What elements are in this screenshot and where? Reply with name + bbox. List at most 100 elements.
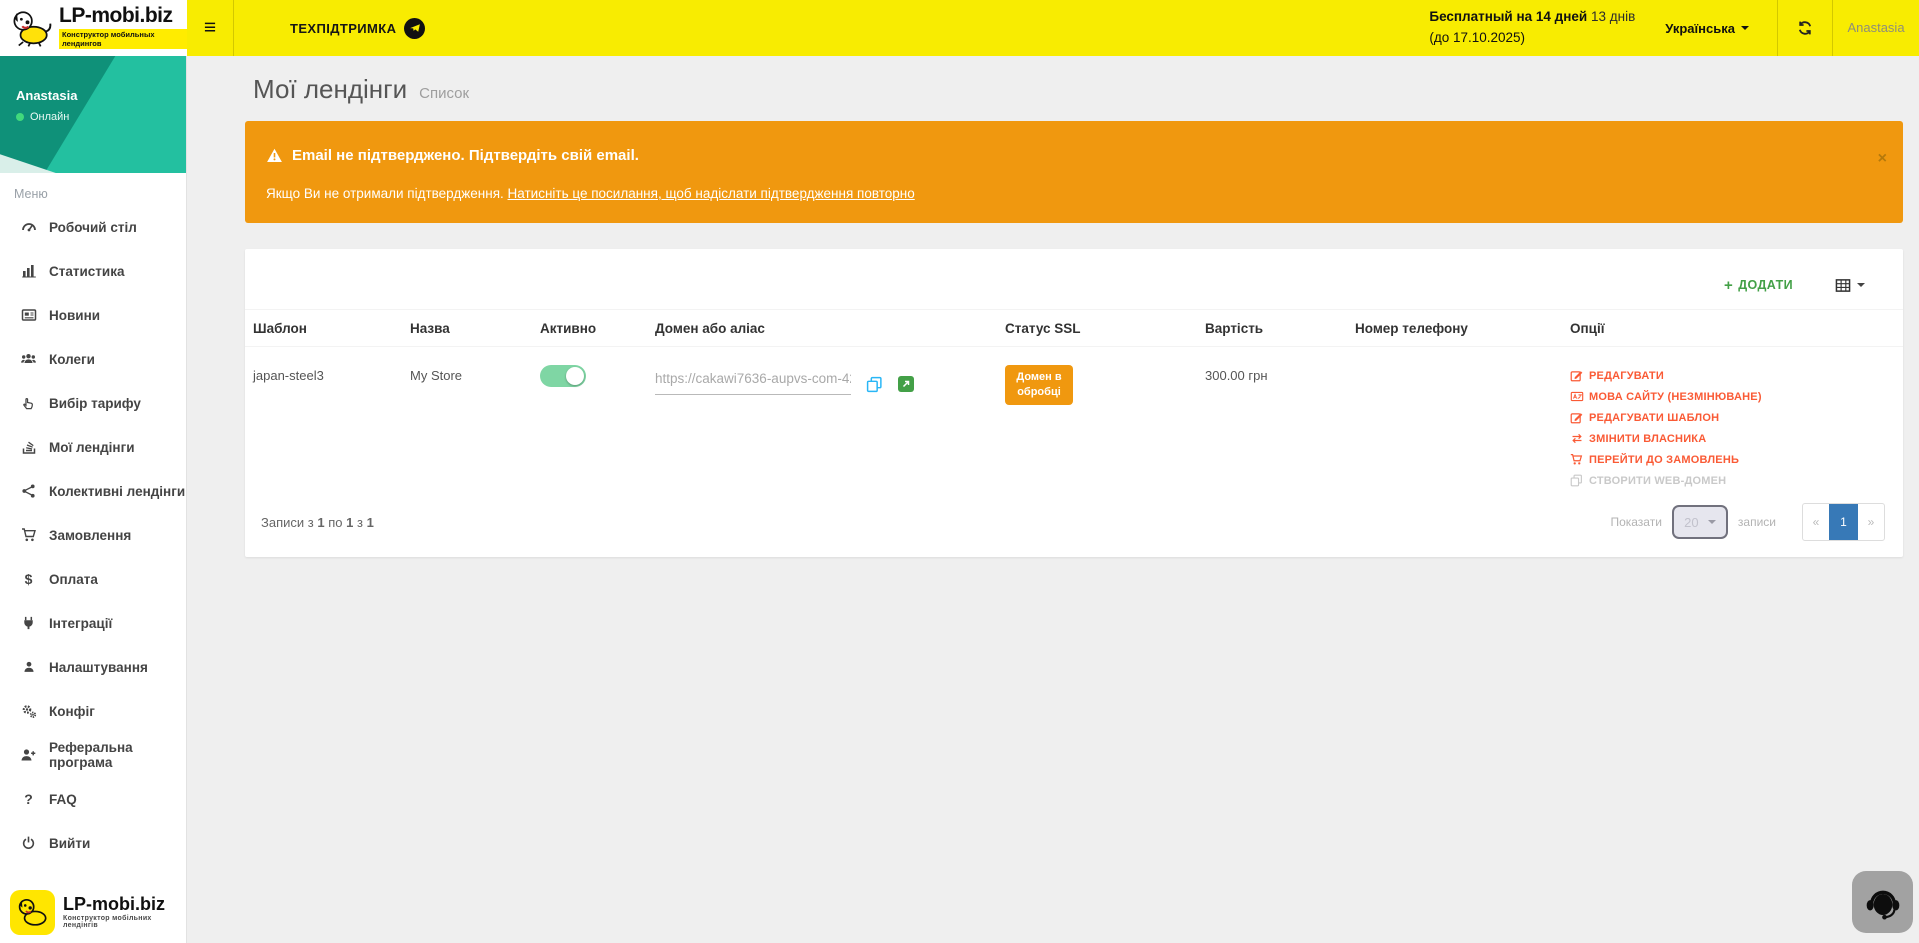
language-selector[interactable]: Українська	[1665, 21, 1749, 36]
sidebar-item-label: Конфіг	[49, 704, 95, 719]
page-title: Мої лендінги	[253, 74, 407, 105]
sidebar-item-dashboard[interactable]: Робочий стіл	[0, 205, 186, 249]
sidebar-item-label: Вийти	[49, 836, 90, 851]
add-landing-button[interactable]: + ДОДАТИ	[1724, 278, 1793, 293]
refresh-button[interactable]	[1778, 0, 1832, 56]
dashboard-icon	[20, 219, 37, 235]
page-size-select[interactable]: 20	[1672, 505, 1728, 539]
sidebar-item-label: Робочий стіл	[49, 220, 137, 235]
dog-logo-icon	[10, 8, 52, 48]
support-chat-button[interactable]	[1852, 871, 1913, 933]
option-label: МОВА САЙТУ (НЕЗМІНЮВАНЕ)	[1589, 391, 1762, 403]
support-link[interactable]: ТЕХПІДТРИМКА	[290, 18, 425, 39]
sidebar-item-settings[interactable]: Налаштування	[0, 645, 186, 689]
sidebar-user-name: Anastasia	[16, 88, 77, 103]
support-label: ТЕХПІДТРИМКА	[290, 21, 396, 36]
copy-icon[interactable]	[866, 376, 883, 393]
sidebar-item-shared-landings[interactable]: Колективні лендінги	[0, 469, 186, 513]
sidebar-item-referral[interactable]: Реферальна програма	[0, 733, 186, 777]
sidebar-item-news[interactable]: Новини	[0, 293, 186, 337]
app-logo: LP-mobi.biz Конструктор мобильных лендин…	[0, 0, 187, 56]
name-cell: My Store	[410, 361, 540, 383]
column-settings-button[interactable]	[1835, 278, 1865, 293]
config-gears-icon	[20, 703, 37, 719]
logo-tagline: Конструктор мобильных лендингов	[59, 29, 187, 49]
clone-icon	[1570, 474, 1584, 487]
option-label: ЗМІНИТИ ВЛАСНИКА	[1589, 433, 1706, 445]
sidebar-item-faq[interactable]: ? FAQ	[0, 777, 186, 821]
pagination-prev-button[interactable]: «	[1803, 504, 1829, 540]
column-header: Вартість	[1205, 321, 1355, 336]
column-header: Домен або аліас	[655, 321, 1005, 336]
close-icon[interactable]: ×	[1878, 151, 1887, 167]
sidebar-item-label: Оплата	[49, 572, 98, 587]
active-cell	[540, 361, 655, 387]
pagination-next-button[interactable]: »	[1858, 504, 1884, 540]
records-label: записи	[1738, 515, 1776, 529]
edit-icon	[1570, 411, 1584, 424]
sidebar-item-payment[interactable]: $ Оплата	[0, 557, 186, 601]
shared-landings-icon	[20, 483, 37, 499]
sidebar-item-config[interactable]: Конфіг	[0, 689, 186, 733]
option-label: СТВОРИТИ WEB-ДОМЕН	[1589, 475, 1726, 487]
column-header: Шаблон	[253, 321, 410, 336]
sidebar-item-logout[interactable]: Вийти	[0, 821, 186, 865]
footer-logo-title: LP-mobi.biz	[63, 895, 186, 915]
active-toggle[interactable]	[540, 365, 586, 387]
tariff-icon	[20, 395, 37, 411]
chevron-down-icon	[1708, 520, 1716, 524]
template-cell: japan-steel3	[253, 361, 410, 383]
alert-text: Якщо Ви не отримали підтвердження.	[266, 186, 508, 201]
sidebar-item-my-landings[interactable]: Мої лендінги	[0, 425, 186, 469]
domain-cell	[655, 361, 1005, 395]
option-label: РЕДАГУВАТИ	[1589, 370, 1664, 382]
orders-cart-icon	[20, 527, 37, 543]
sidebar-item-label: FAQ	[49, 792, 77, 807]
card-toolbar: + ДОДАТИ	[245, 249, 1903, 295]
domain-input[interactable]	[655, 367, 851, 395]
option-edit[interactable]: РЕДАГУВАТИ	[1570, 369, 1903, 382]
option-change-owner[interactable]: ЗМІНИТИ ВЛАСНИКА	[1570, 432, 1903, 445]
sidebar-item-statistics[interactable]: Статистика	[0, 249, 186, 293]
headset-icon	[1863, 882, 1903, 922]
sidebar-item-orders[interactable]: Замовлення	[0, 513, 186, 557]
alert-heading: Email не підтверджено. Підтвердіть свій …	[292, 147, 639, 164]
option-label: РЕДАГУВАТИ ШАБЛОН	[1589, 412, 1719, 424]
alert-heading-row: Email не підтверджено. Підтвердіть свій …	[245, 121, 1903, 164]
column-header: Активно	[540, 321, 655, 336]
header-bar: ≡ ТЕХПІДТРИМКА Бесплатный на 14 дней 13 …	[187, 0, 1919, 56]
warning-icon	[266, 148, 283, 163]
integrations-plug-icon	[20, 615, 37, 631]
sidebar-item-label: Інтеграції	[49, 616, 112, 631]
pagination: « 1 »	[1802, 503, 1885, 541]
sidebar-item-label: Реферальна програма	[49, 740, 186, 770]
logo-title: LP-mobi.biz	[59, 5, 187, 27]
pagination-page-1[interactable]: 1	[1829, 504, 1858, 540]
option-site-language[interactable]: МОВА САЙТУ (НЕЗМІНЮВАНЕ)	[1570, 390, 1903, 403]
option-edit-template[interactable]: РЕДАГУВАТИ ШАБЛОН	[1570, 411, 1903, 424]
chevron-down-icon	[1857, 283, 1865, 287]
table-row: japan-steel3 My Store Домен в обробці	[245, 347, 1903, 495]
sidebar-item-tariff[interactable]: Вибір тарифу	[0, 381, 186, 425]
sidebar-user-status: Онлайн	[16, 111, 69, 123]
option-go-to-orders[interactable]: ПЕРЕЙТИ ДО ЗАМОВЛЕНЬ	[1570, 453, 1903, 466]
price-cell: 300.00 грн	[1205, 361, 1355, 383]
table-footer: Записи з 1 по 1 з 1 Показати 20 записи «…	[261, 503, 1885, 541]
user-menu[interactable]: Anastasia	[1833, 0, 1919, 56]
open-landing-icon[interactable]	[898, 376, 914, 392]
sidebar-item-colleagues[interactable]: Колеги	[0, 337, 186, 381]
logout-power-icon	[20, 835, 37, 851]
email-warning-banner: Email не підтверджено. Підтвердіть свій …	[245, 121, 1903, 223]
referral-user-plus-icon	[20, 747, 37, 763]
sidebar-item-integrations[interactable]: Інтеграції	[0, 601, 186, 645]
hamburger-menu-icon[interactable]: ≡	[187, 0, 233, 56]
online-status-icon	[16, 113, 24, 121]
sidebar-item-label: Колеги	[49, 352, 95, 367]
trial-days-left: 13 днів	[1591, 9, 1635, 24]
sidebar-item-label: Мої лендінги	[49, 440, 135, 455]
online-status-label: Онлайн	[30, 111, 69, 123]
alert-body: Якщо Ви не отримали підтвердження. Натис…	[245, 164, 1903, 201]
records-info: Записи з 1 по 1 з 1	[261, 515, 374, 530]
resend-confirmation-link[interactable]: Натисніть це посилання, щоб надіслати пі…	[508, 186, 915, 201]
news-icon	[20, 307, 37, 323]
